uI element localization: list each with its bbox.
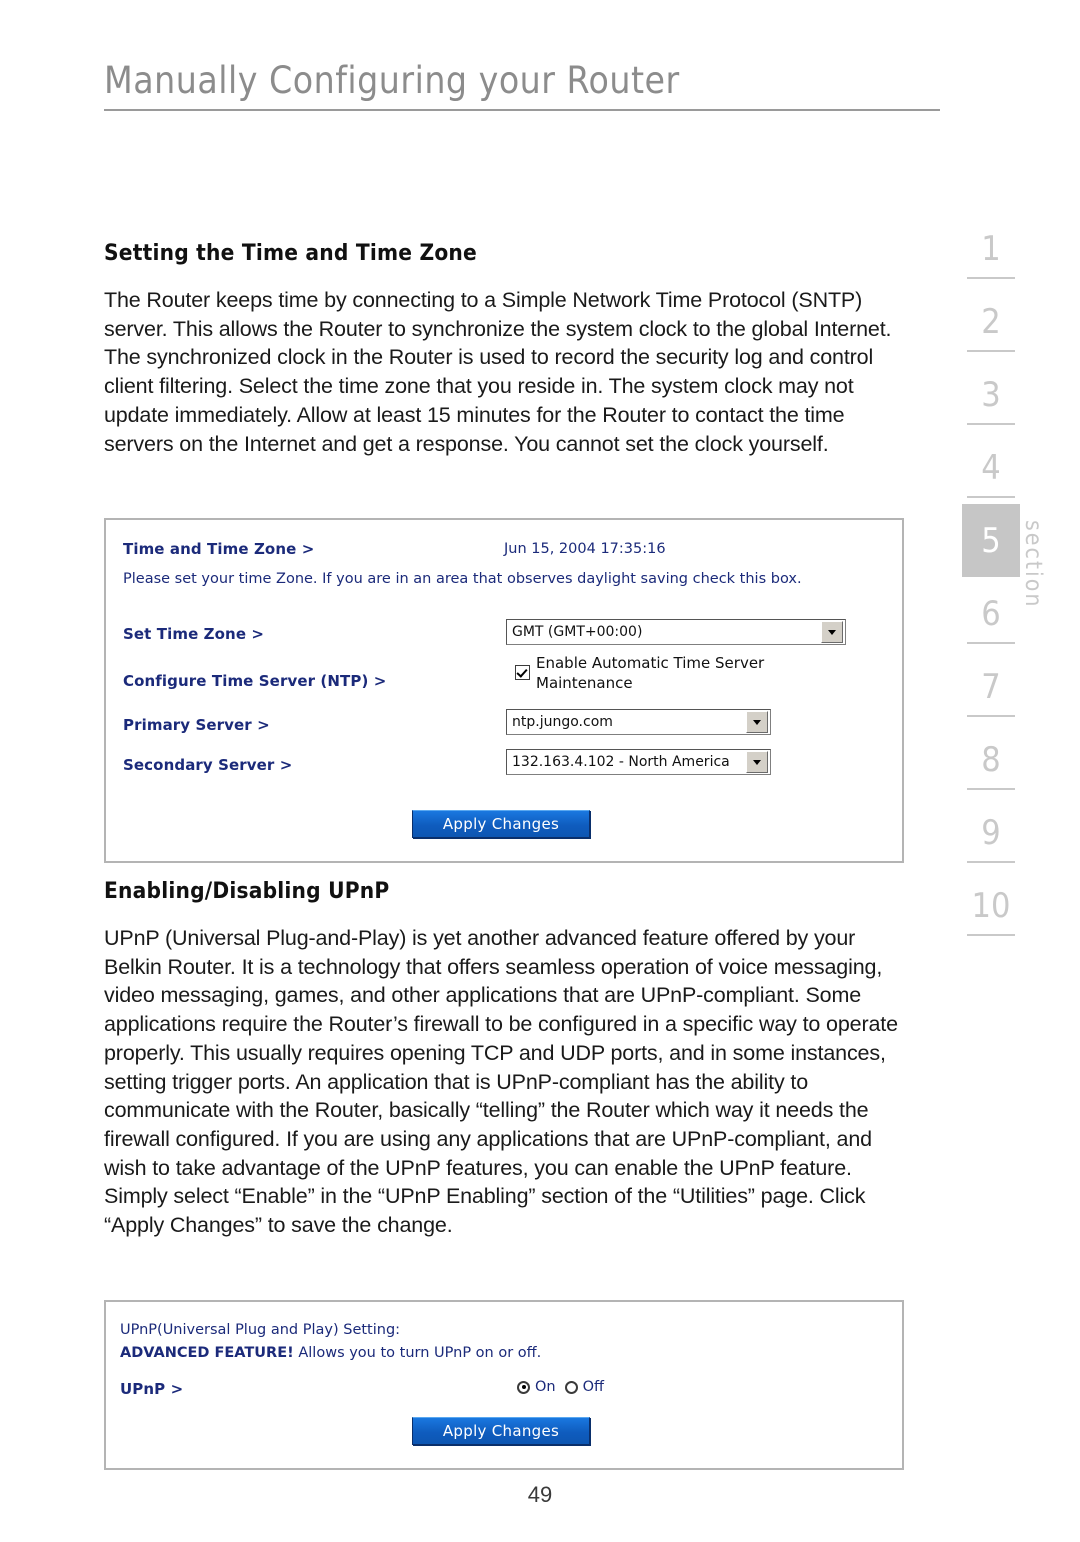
section-rail-item-1[interactable]: 1: [962, 212, 1020, 285]
chevron-down-icon[interactable]: [746, 711, 768, 733]
upnp-settings-panel: UPnP(Universal Plug and Play) Setting: A…: [104, 1300, 904, 1470]
main-content: Setting the Time and Time Zone The Route…: [104, 240, 910, 458]
radio-unselected-icon[interactable]: [564, 1380, 578, 1394]
page-header: Manually Configuring your Router: [104, 59, 940, 111]
section-rail-item-4[interactable]: 4: [962, 431, 1020, 504]
upnp-advanced-text: Allows you to turn UPnP on or off.: [293, 1345, 542, 1361]
secondary-server-select-value: 132.163.4.102 - North America: [512, 754, 730, 770]
secondary-server-select[interactable]: 132.163.4.102 - North America: [506, 749, 771, 775]
time-zone-select[interactable]: GMT (GMT+00:00): [506, 619, 846, 645]
header-divider: [104, 108, 940, 111]
primary-server-select-value: ntp.jungo.com: [512, 714, 613, 730]
auto-time-server-label: Enable Automatic Time Server Maintenance: [536, 654, 765, 692]
upnp-advanced-prefix: ADVANCED FEATURE!: [120, 1345, 294, 1361]
upnp-panel-title: UPnP(Universal Plug and Play) Setting:: [120, 1322, 401, 1338]
configure-ntp-label: Configure Time Server (NTP) >: [123, 672, 387, 690]
upnp-section-paragraph: UPnP (Universal Plug-and-Play) is yet an…: [104, 926, 898, 1238]
section-rail-item-9[interactable]: 9: [962, 796, 1020, 869]
apply-changes-button-upnp[interactable]: Apply Changes: [412, 1417, 590, 1445]
section-rail-number: 4: [981, 447, 1001, 488]
time-panel-timestamp: Jun 15, 2004 17:35:16: [504, 541, 666, 557]
section-rail-number: 1: [981, 228, 1001, 269]
section-rail-item-7[interactable]: 7: [962, 650, 1020, 723]
section-rail-number: 6: [981, 593, 1001, 634]
section-rail: 1 2 3 4 5 6 7 8 9 10: [962, 212, 1028, 942]
time-panel-title: Time and Time Zone >: [123, 540, 315, 558]
chevron-down-icon[interactable]: [746, 751, 768, 773]
section-rail-word: section: [1020, 520, 1046, 609]
time-section-heading: Setting the Time and Time Zone: [104, 240, 477, 266]
primary-server-label: Primary Server >: [123, 716, 270, 734]
time-panel-description: Please set your time Zone. If you are in…: [123, 571, 802, 587]
page-title: Manually Configuring your Router: [104, 59, 680, 102]
upnp-radio-group[interactable]: On Off: [517, 1379, 604, 1395]
section-rail-item-10[interactable]: 10: [962, 869, 1020, 942]
checkbox-icon[interactable]: [515, 665, 530, 680]
section-rail-number: 8: [981, 739, 1001, 780]
primary-server-select[interactable]: ntp.jungo.com: [506, 709, 771, 735]
time-zone-settings-panel: Time and Time Zone > Jun 15, 2004 17:35:…: [104, 518, 904, 863]
section-rail-number: 5: [981, 520, 1001, 561]
section-rail-number: 10: [971, 885, 1011, 926]
page-number: 49: [527, 1482, 553, 1507]
upnp-label: UPnP >: [120, 1380, 184, 1398]
section-rail-item-3[interactable]: 3: [962, 358, 1020, 431]
section-rail-number: 2: [981, 301, 1001, 342]
section-rail-item-6[interactable]: 6: [962, 577, 1020, 650]
radio-selected-icon[interactable]: [517, 1380, 530, 1394]
upnp-section-heading: Enabling/Disabling UPnP: [104, 878, 390, 904]
auto-time-server-checkbox-row[interactable]: Enable Automatic Time Server Maintenance: [515, 653, 806, 693]
section-rail-number: 3: [981, 374, 1001, 415]
apply-changes-button-time[interactable]: Apply Changes: [412, 810, 590, 838]
section-rail-item-8[interactable]: 8: [962, 723, 1020, 796]
section-rail-item-5[interactable]: 5: [962, 504, 1020, 577]
section-rail-number: 9: [981, 812, 1001, 853]
upnp-radio-on[interactable]: On: [517, 1379, 556, 1395]
time-section-paragraph: The Router keeps time by connecting to a…: [104, 288, 892, 456]
upnp-radio-on-label: On: [535, 1379, 556, 1395]
upnp-radio-off[interactable]: Off: [564, 1379, 605, 1395]
secondary-server-label: Secondary Server >: [123, 756, 293, 774]
section-rail-number: 7: [981, 666, 1001, 707]
set-time-zone-label: Set Time Zone >: [123, 625, 265, 643]
upnp-radio-off-label: Off: [582, 1379, 605, 1395]
time-zone-select-value: GMT (GMT+00:00): [512, 624, 643, 640]
upnp-advanced-note: ADVANCED FEATURE! Allows you to turn UPn…: [120, 1343, 541, 1364]
upnp-content: Enabling/Disabling UPnP UPnP (Universal …: [104, 878, 910, 1240]
chevron-down-icon[interactable]: [821, 621, 843, 643]
section-rail-item-2[interactable]: 2: [962, 285, 1020, 358]
